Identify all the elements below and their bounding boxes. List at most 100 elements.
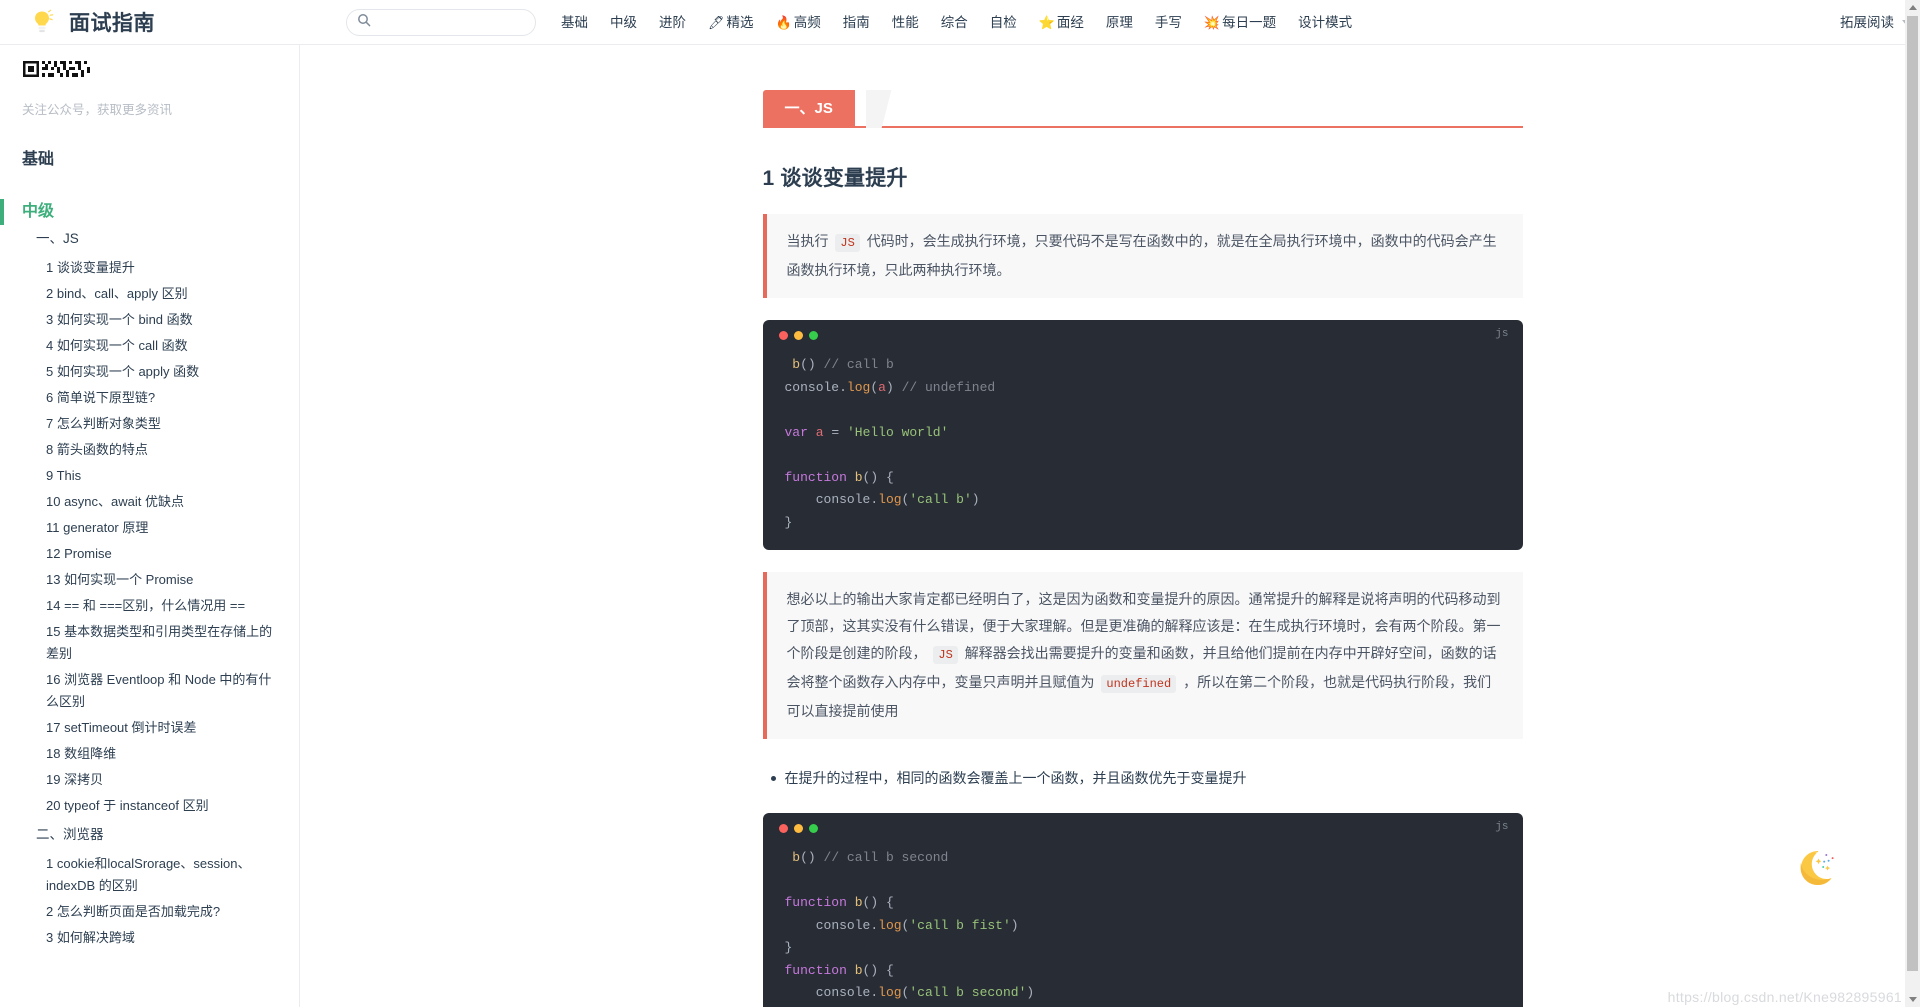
sidebar-item-js-3[interactable]: 3 如何实现一个 bind 函数 <box>0 309 299 331</box>
sidebar-item-js-7[interactable]: 7 怎么判断对象类型 <box>0 413 299 435</box>
star-icon: ⭐ <box>1039 0 1055 45</box>
search-input[interactable] <box>378 15 525 29</box>
nav-label: 手写 <box>1155 0 1182 45</box>
page-scroll-down-arrow-icon[interactable] <box>1909 997 1917 1002</box>
code-block-1: js b() // call b console.log(a) // undef… <box>763 320 1523 550</box>
nav-item-4[interactable]: 🔥高频 <box>765 0 832 45</box>
nav-item-9[interactable]: ⭐面经 <box>1028 0 1095 45</box>
maximize-dot-icon <box>809 824 818 833</box>
nav-label: 设计模式 <box>1298 0 1352 45</box>
nav-links: 基础 中级 进阶 🖊精选 🔥高频 指南 性能 综合 自检 ⭐面经 原理 手写 💥… <box>550 0 1920 45</box>
list-item: 在提升的过程中，相同的函数会覆盖上一个函数，并且函数优先于变量提升 <box>785 765 1523 791</box>
close-dot-icon <box>779 824 788 833</box>
sidebar-item-browser-1[interactable]: 1 cookie和localSrorage、session、indexDB 的区… <box>0 853 299 897</box>
section-tabbar: 一、JS <box>763 90 1523 128</box>
sidebar-item-browser-2[interactable]: 2 怎么判断页面是否加载完成? <box>0 901 299 923</box>
quote-block-2: 想必以上的输出大家肯定都已经明白了，这是因为函数和变量提升的原因。通常提升的解释… <box>763 572 1523 739</box>
sidebar-item-js-13[interactable]: 13 如何实现一个 Promise <box>0 569 299 591</box>
nav-item-6[interactable]: 性能 <box>881 0 930 45</box>
sidebar-inner: 关注公众号，获取更多资讯 基础 中级 一、JS 1 谈谈变量提升 2 bind、… <box>0 45 299 983</box>
nav-item-12[interactable]: 💥每日一题 <box>1193 0 1287 45</box>
search-container[interactable] <box>346 9 536 36</box>
quote1-part2: 代码时，会生成执行环境，只要代码不是写在函数中的，就是在全局执行环境中，函数中的… <box>787 233 1497 278</box>
search-icon <box>357 13 371 32</box>
nav-label: 综合 <box>941 0 968 45</box>
theme-toggle-button[interactable] <box>1788 845 1840 897</box>
nav-label: 基础 <box>561 0 588 45</box>
nav-label: 中级 <box>610 0 637 45</box>
nav-label: 精选 <box>727 0 754 45</box>
code-content-2: b() // call b second function b() { cons… <box>785 847 1501 1007</box>
sidebar-item-js-8[interactable]: 8 箭头函数的特点 <box>0 439 299 461</box>
sidebar-item-browser-3[interactable]: 3 如何解决跨域 <box>0 927 299 949</box>
inline-code-js: JS <box>835 234 859 252</box>
fire-icon: 🔥 <box>776 0 792 45</box>
sidebar-item-js-15[interactable]: 15 基本数据类型和引用类型在存储上的差别 <box>0 621 299 665</box>
nav-label: 面经 <box>1057 0 1084 45</box>
nav-item-8[interactable]: 自检 <box>979 0 1028 45</box>
main-content: 一、JS 1 谈谈变量提升 当执行 JS 代码时，会生成执行环境，只要代码不是写… <box>300 45 1905 1007</box>
sidebar-item-js-17[interactable]: 17 setTimeout 倒计时误差 <box>0 717 299 739</box>
qr-block: 关注公众号，获取更多资讯 <box>0 53 299 121</box>
article-page: 一、JS 1 谈谈变量提升 当执行 JS 代码时，会生成执行环境，只要代码不是写… <box>763 45 1523 1007</box>
code-lang-label-2: js <box>1495 821 1508 833</box>
brand-title: 面试指南 <box>69 7 155 37</box>
sidebar-item-js-2[interactable]: 2 bind、call、apply 区别 <box>0 283 299 305</box>
nav-item-3[interactable]: 🖊精选 <box>697 0 765 45</box>
sidebar-item-js-5[interactable]: 5 如何实现一个 apply 函数 <box>0 361 299 383</box>
explosion-icon: 💥 <box>1204 0 1220 45</box>
nav-item-0[interactable]: 基础 <box>550 0 599 45</box>
pen-icon: 🖊 <box>708 0 725 45</box>
sidebar: 关注公众号，获取更多资讯 基础 中级 一、JS 1 谈谈变量提升 2 bind、… <box>0 45 300 1007</box>
sidebar-item-js-12[interactable]: 12 Promise <box>0 543 299 565</box>
sidebar-item-js-18[interactable]: 18 数组降维 <box>0 743 299 765</box>
nav-item-10[interactable]: 原理 <box>1095 0 1144 45</box>
moon-icon <box>1788 845 1840 897</box>
sidebar-group-intermediate[interactable]: 中级 <box>0 199 299 225</box>
nav-label: 性能 <box>892 0 919 45</box>
tab-js[interactable]: 一、JS <box>763 90 855 128</box>
page-scroll-up-arrow-icon[interactable] <box>1909 5 1917 10</box>
sidebar-item-js-10[interactable]: 10 async、await 优缺点 <box>0 491 299 513</box>
nav-item-11[interactable]: 手写 <box>1144 0 1193 45</box>
nav-label: 每日一题 <box>1222 0 1276 45</box>
sidebar-group-basic[interactable]: 基础 <box>0 147 299 173</box>
lightbulb-icon <box>28 8 56 36</box>
sidebar-item-js-19[interactable]: 19 深拷贝 <box>0 769 299 791</box>
minimize-dot-icon <box>794 331 803 340</box>
sidebar-section-js[interactable]: 一、JS <box>0 225 299 253</box>
sidebar-item-js-4[interactable]: 4 如何实现一个 call 函数 <box>0 335 299 357</box>
code-block-2: js b() // call b second function b() { c… <box>763 813 1523 1007</box>
sidebar-item-js-16[interactable]: 16 浏览器 Eventloop 和 Node 中的有什么区别 <box>0 669 299 713</box>
nav-label: 自检 <box>990 0 1017 45</box>
sidebar-item-js-20[interactable]: 20 typeof 于 instanceof 区别 <box>0 795 299 817</box>
page-title: 1 谈谈变量提升 <box>763 162 1523 192</box>
sidebar-item-js-9[interactable]: 9 This <box>0 465 299 487</box>
sidebar-item-js-1[interactable]: 1 谈谈变量提升 <box>0 257 299 279</box>
sidebar-item-js-14[interactable]: 14 == 和 ===区别，什么情况用 == <box>0 595 299 617</box>
top-navbar: 面试指南 基础 中级 进阶 🖊精选 🔥高频 指南 性能 综合 自检 ⭐面经 原理… <box>0 0 1920 45</box>
qr-code-image <box>22 59 94 89</box>
nav-item-13[interactable]: 设计模式 <box>1287 0 1363 45</box>
close-dot-icon <box>779 331 788 340</box>
nav-label: 进阶 <box>659 0 686 45</box>
sidebar-item-js-11[interactable]: 11 generator 原理 <box>0 517 299 539</box>
sidebar-item-js-6[interactable]: 6 简单说下原型链? <box>0 387 299 409</box>
inline-code-undefined: undefined <box>1101 675 1176 693</box>
quote1-part1: 当执行 <box>787 233 829 249</box>
sidebar-section-browser[interactable]: 二、浏览器 <box>0 821 299 849</box>
nav-item-7[interactable]: 综合 <box>930 0 979 45</box>
nav-item-5[interactable]: 指南 <box>832 0 881 45</box>
window-controls <box>779 331 818 340</box>
code-lang-label-1: js <box>1495 328 1508 340</box>
maximize-dot-icon <box>809 331 818 340</box>
brand[interactable]: 面试指南 <box>0 7 330 37</box>
nav-item-1[interactable]: 中级 <box>599 0 648 45</box>
nav-item-2[interactable]: 进阶 <box>648 0 697 45</box>
page-scroll-thumb[interactable] <box>1907 16 1918 971</box>
code-content-1: b() // call b console.log(a) // undefine… <box>785 354 1501 534</box>
search-box[interactable] <box>346 9 536 36</box>
nav-label: 指南 <box>843 0 870 45</box>
page-scrollbar[interactable] <box>1905 0 1920 1007</box>
bullet-list: 在提升的过程中，相同的函数会覆盖上一个函数，并且函数优先于变量提升 <box>763 765 1523 791</box>
